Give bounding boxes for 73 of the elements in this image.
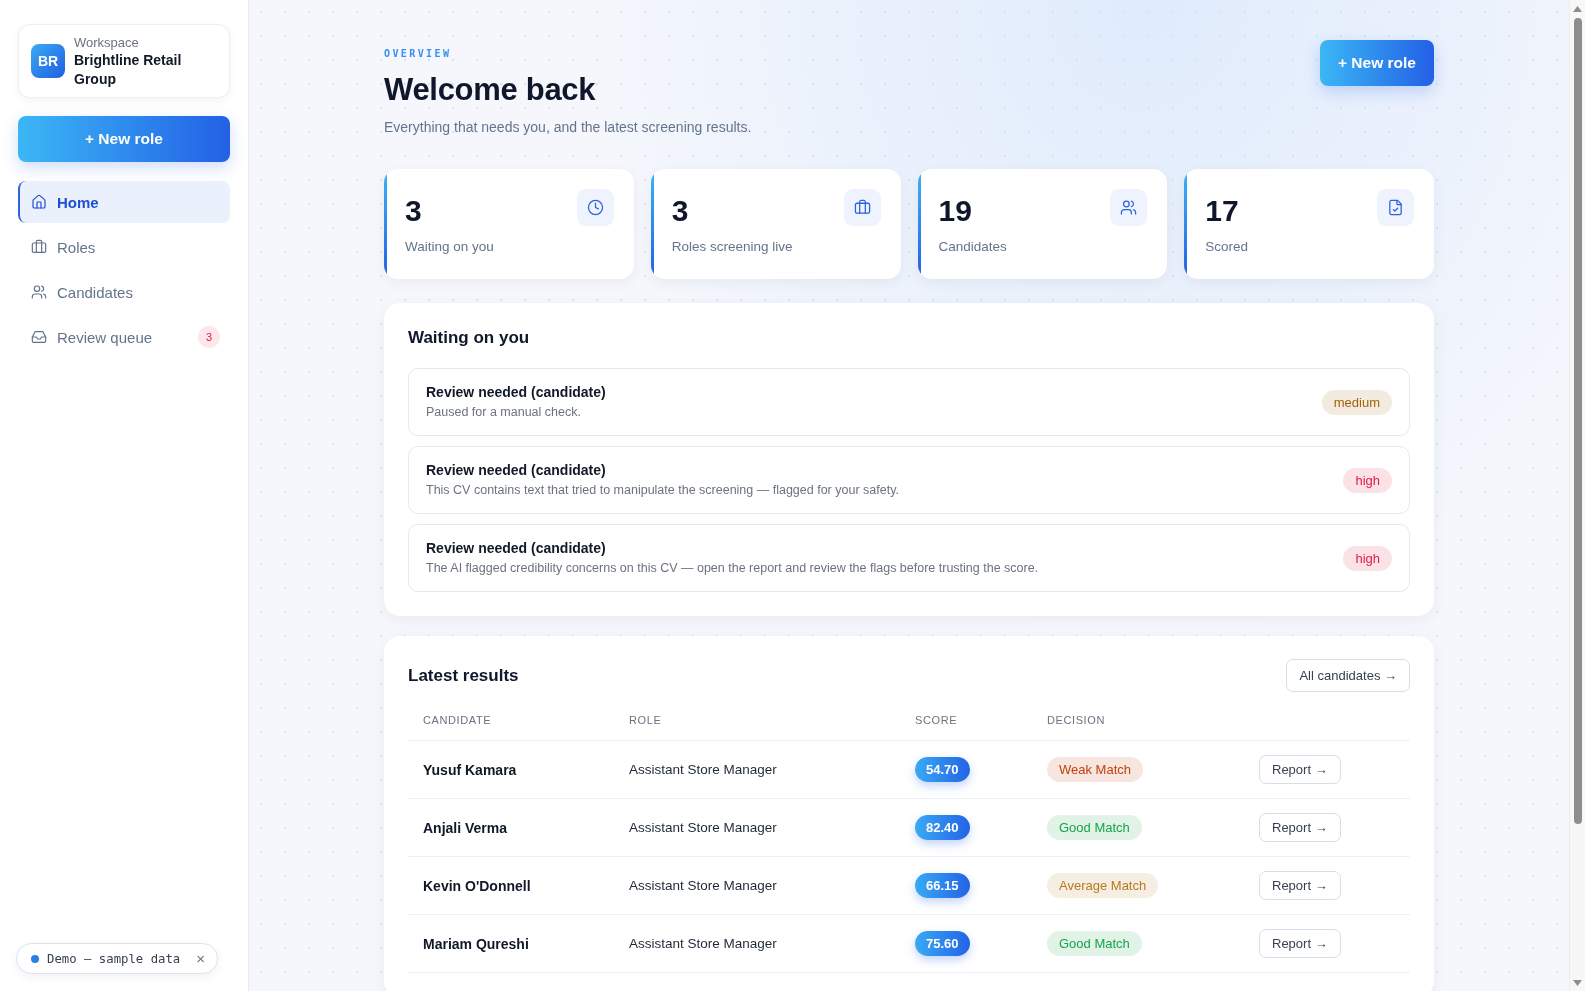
- role-cell: Assistant Store Manager: [629, 936, 777, 951]
- stat-value: 3: [405, 193, 422, 229]
- role-cell: Assistant Store Manager: [629, 762, 777, 777]
- role-cell: Assistant Store Manager: [629, 820, 777, 835]
- review-item[interactable]: Review needed (candidate) This CV contains text that tried to manipulate the screening — flagged for your safety. high: [408, 446, 1410, 514]
- nav-item[interactable]: Candidates: [18, 271, 230, 313]
- report-button[interactable]: Report →: [1259, 871, 1341, 900]
- column-header: DECISION: [1047, 714, 1105, 726]
- close-button[interactable]: ×: [188, 951, 206, 966]
- review-title: Review needed (candidate): [426, 461, 607, 480]
- status-dot-icon: [31, 954, 39, 963]
- scrollbar[interactable]: [1569, 0, 1585, 991]
- review-detail: The AI flagged credibility concerns on this CV — open the report and review the flags before trusting the score.: [426, 560, 1039, 577]
- score-badge: 54.70: [915, 757, 970, 782]
- report-button[interactable]: Report →: [1259, 755, 1341, 784]
- stat-label: Scored: [1205, 238, 1250, 256]
- demo-label: Demo — sample data: [47, 951, 181, 966]
- stat-value: 17: [1205, 193, 1239, 229]
- decision-tag: Average Match: [1047, 873, 1159, 898]
- decision-tag: Weak Match: [1047, 757, 1143, 782]
- report-button[interactable]: Report →: [1259, 813, 1341, 842]
- candidate-name: Mariam Qureshi: [423, 935, 529, 952]
- stat-label: Waiting on you: [405, 238, 495, 256]
- nav-item[interactable]: Review queue 3: [18, 316, 230, 358]
- workspace-logo: BR: [31, 44, 65, 78]
- role-cell: Assistant Store Manager: [629, 878, 777, 893]
- panel-title: Waiting on you: [408, 327, 531, 349]
- score-badge: 66.15: [915, 873, 970, 898]
- section-eyebrow: OVERVIEW: [384, 48, 452, 60]
- inbox-icon: [31, 329, 47, 345]
- page-title: Welcome back: [384, 72, 596, 108]
- stat-label: Roles screening live: [671, 238, 794, 256]
- report-button[interactable]: Report →: [1259, 929, 1341, 958]
- workspace-label: Workspace: [74, 33, 140, 51]
- all-candidates-button[interactable]: All candidates →: [1286, 659, 1410, 692]
- scrollbar-thumb[interactable]: [1573, 18, 1582, 824]
- home-icon: [31, 194, 47, 210]
- scroll-up-icon[interactable]: [1573, 6, 1582, 12]
- score-badge: 75.60: [915, 931, 970, 956]
- page-subtitle: Everything that needs you, and the latest screening results.: [384, 118, 752, 137]
- review-title: Review needed (candidate): [426, 383, 606, 402]
- people-icon: [31, 284, 47, 300]
- column-header: CANDIDATE: [423, 714, 492, 726]
- decision-tag: Good Match: [1047, 931, 1142, 956]
- stat-value: 3: [671, 193, 689, 229]
- stat-label: Candidates: [938, 238, 1008, 256]
- candidate-name: Kevin O'Donnell: [423, 877, 531, 894]
- briefcase-icon: [843, 189, 881, 226]
- briefcase-icon: [31, 239, 47, 255]
- nav-item[interactable]: Roles: [18, 226, 230, 268]
- priority-tag: high: [1343, 467, 1392, 493]
- stat-value: 19: [938, 193, 972, 229]
- candidate-name: Anjali Verma: [423, 819, 508, 836]
- decision-tag: Good Match: [1047, 815, 1142, 840]
- column-header: SCORE: [915, 714, 958, 726]
- priority-tag: medium: [1321, 389, 1392, 415]
- score-badge: 82.40: [915, 815, 970, 840]
- people-icon: [1110, 189, 1148, 226]
- review-item[interactable]: Review needed (candidate) The AI flagged credibility concerns on this CV — open the report and review the flags before trusting the score. high: [408, 524, 1410, 592]
- workspace-name: Brightline Retail Group: [74, 50, 183, 89]
- nav-item[interactable]: Home: [18, 181, 230, 223]
- priority-tag: high: [1343, 545, 1392, 571]
- document-check-icon: [1377, 189, 1414, 226]
- column-header: ROLE: [629, 714, 662, 726]
- review-title: Review needed (candidate): [426, 539, 607, 558]
- scroll-down-icon[interactable]: [1573, 980, 1582, 986]
- count-badge: 3: [198, 326, 220, 348]
- review-item[interactable]: Review needed (candidate) Paused for a manual check. medium: [408, 368, 1410, 436]
- candidate-name: Yusuf Kamara: [423, 761, 517, 778]
- clock-icon: [576, 189, 614, 226]
- review-detail: Paused for a manual check.: [426, 404, 582, 421]
- panel-title: Latest results: [408, 664, 519, 687]
- review-detail: This CV contains text that tried to manipulate the screening — flagged for your safety.: [426, 482, 899, 499]
